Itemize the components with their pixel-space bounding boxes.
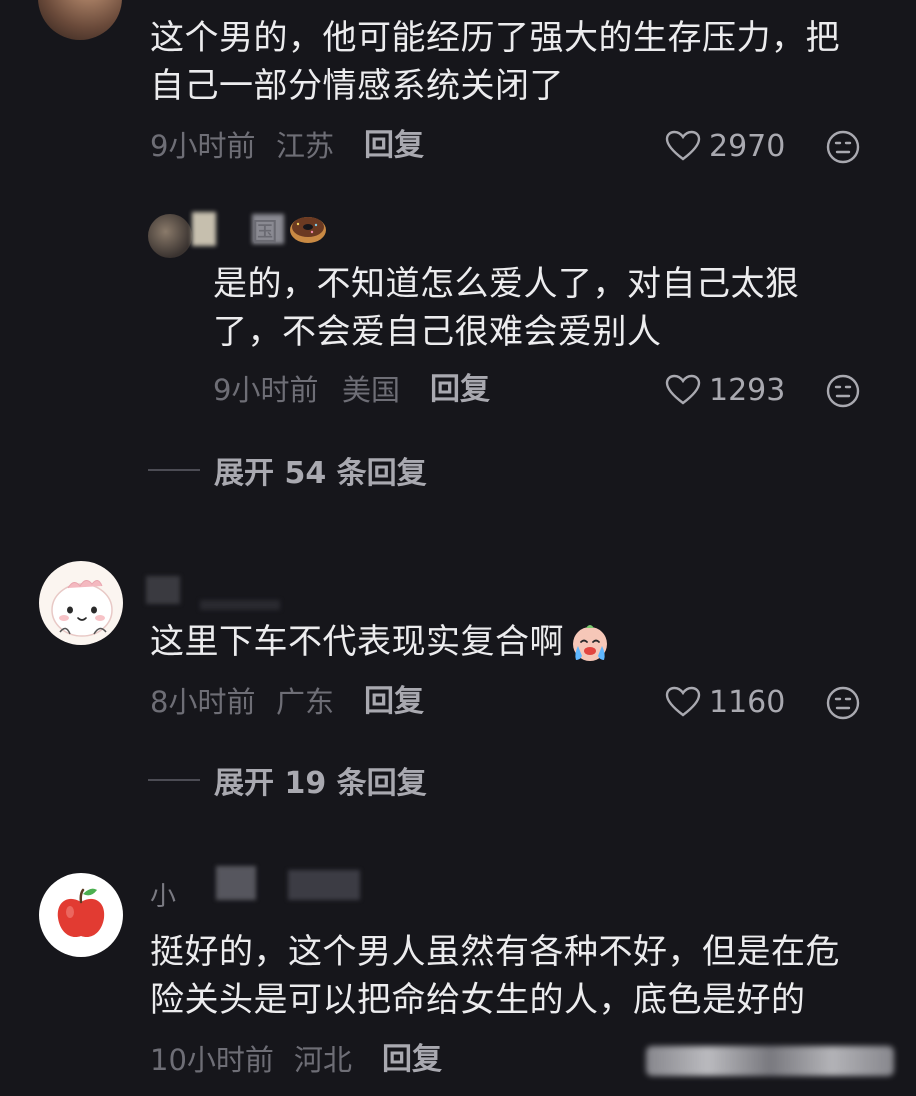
comment-line: 挺好的，这个男人虽然有各种不好，但是在危 xyxy=(150,932,840,972)
comment-location: 河北 xyxy=(294,1043,353,1077)
reply-button[interactable]: 回复 xyxy=(364,684,424,720)
reply-button[interactable]: 回复 xyxy=(382,1042,442,1078)
username-redacted xyxy=(216,866,256,900)
reply-time: 9小时前 xyxy=(213,373,319,407)
comment-username[interactable]: 小 xyxy=(150,876,176,913)
watermark xyxy=(646,1046,894,1076)
unhappy-face-icon[interactable] xyxy=(826,374,860,408)
reply-text: 是的，不知道怎么爱人了，对自己太狠 了，不会爱自己很难会爱别人 xyxy=(213,260,893,356)
divider-line xyxy=(148,469,200,471)
donut-emoji xyxy=(290,217,326,243)
crying-face-emoji xyxy=(573,625,607,661)
heart-outline-icon xyxy=(665,686,701,717)
avatar[interactable] xyxy=(38,560,124,646)
unhappy-face-icon[interactable] xyxy=(826,686,860,720)
like-count: 1160 xyxy=(709,684,786,720)
comment-time: 9小时前 xyxy=(150,129,256,163)
expand-replies-label: 展开 54 条回复 xyxy=(214,456,427,491)
comment-location: 广东 xyxy=(276,685,335,719)
comment-line: 这里下车不代表现实复合啊 xyxy=(150,622,564,662)
like-button[interactable]: 1293 xyxy=(665,372,785,408)
heart-outline-icon xyxy=(665,374,701,405)
comment-text: 挺好的，这个男人虽然有各种不好，但是在危 险关头是可以把命给女生的人，底色是好的 xyxy=(150,928,900,1024)
apple-avatar[interactable] xyxy=(38,872,124,958)
comment-line: 是的，不知道怎么爱人了，对自己太狠 xyxy=(213,264,800,304)
unhappy-face-icon[interactable] xyxy=(826,130,860,164)
expand-replies-label: 展开 19 条回复 xyxy=(214,766,427,801)
like-button[interactable]: 2970 xyxy=(665,128,785,164)
divider-line xyxy=(148,779,200,781)
comment-line: 了，不会爱自己很难会爱别人 xyxy=(213,312,662,352)
comment-line: 险关头是可以把命给女生的人，底色是好的 xyxy=(150,980,806,1020)
reply-username[interactable]: 国 xyxy=(252,212,278,249)
comment-text: 这里下车不代表现实复合啊 xyxy=(150,618,890,666)
like-count: 1293 xyxy=(709,372,786,408)
like-button[interactable]: 1160 xyxy=(665,684,785,720)
heart-outline-icon xyxy=(665,130,701,161)
username-redacted xyxy=(146,576,180,604)
comment-line: 自己一部分情感系统关闭了 xyxy=(150,66,564,106)
reply-avatar[interactable] xyxy=(148,214,192,258)
reply-button[interactable]: 回复 xyxy=(364,128,424,164)
expand-replies-button[interactable]: 展开 54 条回复 xyxy=(148,452,427,491)
expand-replies-button[interactable]: 展开 19 条回复 xyxy=(148,762,427,801)
reply-button[interactable]: 回复 xyxy=(430,372,490,408)
like-count: 2970 xyxy=(709,128,786,164)
username-redacted xyxy=(288,870,360,900)
username-redacted xyxy=(192,212,216,246)
username-redacted xyxy=(200,600,280,610)
comment-time: 8小时前 xyxy=(150,685,256,719)
comment-line: 这个男的，他可能经历了强大的生存压力，把 xyxy=(150,18,840,58)
comment-text: 这个男的，他可能经历了强大的生存压力，把 自己一部分情感系统关闭了 xyxy=(150,14,890,110)
avatar[interactable] xyxy=(38,0,122,40)
reply-location: 美国 xyxy=(342,373,401,407)
comment-location: 江苏 xyxy=(276,129,335,163)
comment-time: 10小时前 xyxy=(150,1043,274,1077)
